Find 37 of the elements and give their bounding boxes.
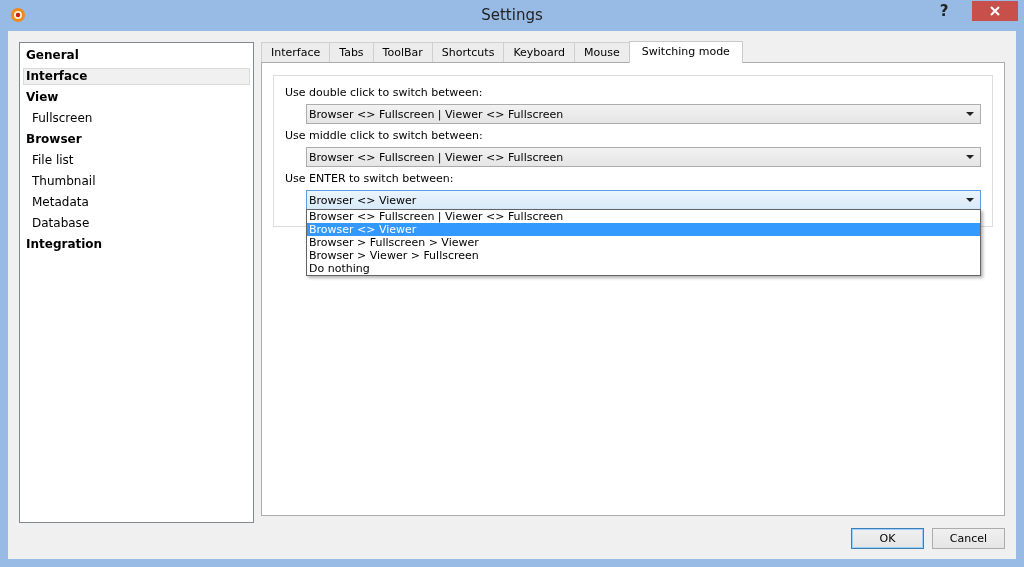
tab[interactable]: Interface: [261, 42, 331, 62]
tab[interactable]: ToolBar: [372, 42, 433, 62]
sidebar-item[interactable]: Metadata: [23, 192, 250, 213]
app-logo-icon: [10, 6, 26, 23]
dropdown[interactable]: Browser <> Fullscreen | Viewer <> Fullscreen: [306, 104, 981, 124]
sidebar-item[interactable]: View: [23, 87, 250, 108]
setting-label: Use ENTER to switch between:: [285, 172, 455, 187]
caret-icon: [966, 155, 974, 159]
dropdown-option[interactable]: Do nothing: [307, 262, 980, 275]
close-icon: [990, 5, 1000, 16]
sidebar-item[interactable]: Thumbnail: [23, 171, 250, 192]
sidebar-item[interactable]: General: [23, 45, 250, 66]
dropdown-option[interactable]: Browser > Fullscreen > Viewer: [307, 236, 980, 249]
help-button[interactable]: ?: [934, 0, 954, 21]
setting-label: Use middle click to switch between:: [285, 129, 484, 144]
sidebar-item[interactable]: Browser: [23, 129, 250, 150]
tab[interactable]: Keyboard: [503, 42, 576, 62]
tab[interactable]: Tabs: [329, 42, 374, 62]
tab[interactable]: Mouse: [574, 42, 630, 62]
caret-icon: [966, 198, 974, 202]
sidebar-item[interactable]: Integration: [23, 234, 250, 255]
dialog-button[interactable]: OK: [851, 528, 924, 549]
setting-label: Use double click to switch between:: [285, 86, 484, 101]
window-title: Settings: [480, 6, 544, 24]
sidebar-item[interactable]: Interface: [23, 68, 250, 85]
dropdown[interactable]: Browser <> Viewer: [306, 190, 981, 210]
sidebar-item[interactable]: Database: [23, 213, 250, 234]
tab[interactable]: Switching mode: [628, 41, 743, 63]
sidebar-item[interactable]: File list: [23, 150, 250, 171]
dropdown[interactable]: Browser <> Fullscreen | Viewer <> Fullscreen: [306, 147, 981, 167]
dropdown-option[interactable]: Browser > Viewer > Fullscreen: [307, 249, 980, 262]
sidebar-item[interactable]: Fullscreen: [23, 108, 250, 129]
dialog-button[interactable]: Cancel: [932, 528, 1005, 549]
tab[interactable]: Shortcuts: [431, 42, 505, 62]
caret-icon: [966, 112, 974, 116]
dropdown-option[interactable]: Browser <> Fullscreen | Viewer <> Fullscreen: [307, 210, 980, 223]
close-button[interactable]: [972, 0, 1018, 21]
